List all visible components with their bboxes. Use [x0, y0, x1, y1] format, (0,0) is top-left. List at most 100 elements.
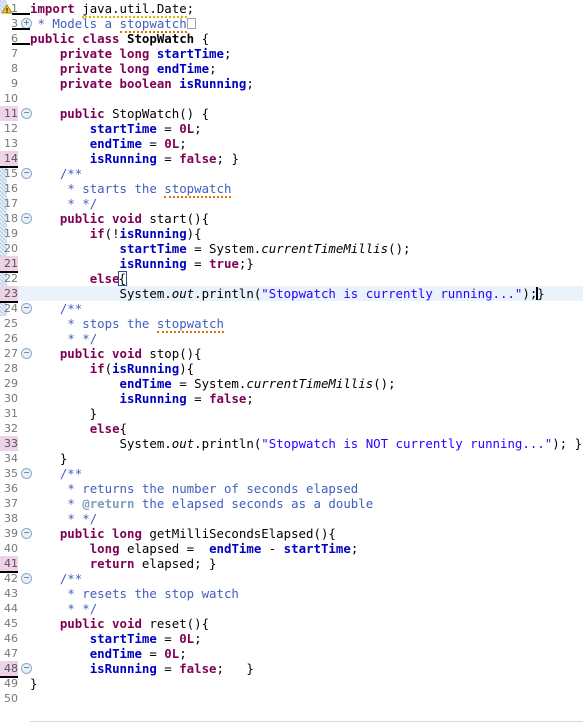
line-number: 34 [4, 452, 18, 465]
code-line[interactable]: isRunning = true;} [30, 256, 583, 271]
fold-collapse-icon[interactable]: − [21, 303, 32, 314]
code-line[interactable]: /** [30, 166, 583, 181]
code-line[interactable] [30, 691, 583, 706]
line-number: 15 [4, 167, 18, 180]
code-line[interactable]: /** [30, 571, 583, 586]
code-line[interactable]: * starts the stopwatch [30, 181, 583, 198]
code-line[interactable]: private long endTime; [30, 61, 583, 76]
line-number: 50 [4, 692, 18, 705]
line-number: 28 [4, 362, 18, 375]
code-line[interactable]: else{ [30, 271, 583, 286]
line-number: 16 [4, 182, 18, 195]
warning-icon[interactable] [1, 1, 13, 14]
code-line[interactable]: System.out.println("Stopwatch is NOT cur… [30, 436, 583, 451]
line-number-gutter[interactable]: 1 3 6 7 8 9 10 11 12 13 14 15 16 17 18 1… [0, 0, 32, 722]
code-line[interactable]: public void start(){ [30, 211, 583, 226]
code-line[interactable]: return elapsed; } [30, 556, 583, 571]
code-line[interactable]: if(!isRunning){ [30, 226, 583, 241]
line-number: 40 [4, 542, 18, 555]
code-line[interactable]: endTime = 0L; [30, 646, 583, 661]
line-number: 30 [4, 392, 18, 405]
collapsed-region-marker [12, 43, 30, 45]
line-number: 17 [4, 197, 18, 210]
line-number: 9 [11, 77, 18, 90]
line-number: 45 [4, 617, 18, 630]
line-number: 24 [4, 302, 18, 315]
line-number: 39 [4, 527, 18, 540]
line-number: 32 [4, 422, 18, 435]
line-number: 47 [4, 647, 18, 660]
line-number: 26 [4, 332, 18, 345]
code-line[interactable]: System.out.println("Stopwatch is current… [30, 286, 583, 301]
line-number: 43 [4, 587, 18, 600]
hover-hint-box [186, 18, 196, 29]
line-number: 8 [11, 62, 18, 75]
line-number: 27 [4, 347, 18, 360]
line-number: 42 [4, 572, 18, 585]
code-line[interactable]: startTime = 0L; [30, 631, 583, 646]
code-line[interactable]: private boolean isRunning; [30, 76, 583, 91]
code-line[interactable]: } [30, 406, 583, 421]
code-line[interactable]: * returns the number of seconds elapsed [30, 481, 583, 496]
code-line[interactable]: public void reset(){ [30, 616, 583, 631]
code-line[interactable]: } [30, 451, 583, 466]
code-line[interactable] [30, 91, 583, 106]
code-line[interactable]: import java.util.Date; [30, 1, 583, 18]
code-line[interactable]: public long getMilliSecondsElapsed(){ [30, 526, 583, 541]
fold-collapse-icon[interactable]: − [21, 348, 32, 359]
bracket-match-highlight: { [117, 271, 128, 286]
line-number: 49 [4, 677, 18, 690]
code-line[interactable]: if(isRunning){ [30, 361, 583, 376]
code-line[interactable]: else{ [30, 421, 583, 436]
code-line[interactable]: public void stop(){ [30, 346, 583, 361]
code-text-area[interactable]: import java.util.Date; * Models a stopwa… [30, 0, 583, 722]
code-line[interactable]: private long startTime; [30, 46, 583, 61]
code-line[interactable]: endTime = 0L; [30, 136, 583, 151]
line-number: 25 [4, 317, 18, 330]
code-line[interactable]: * */ [30, 511, 583, 526]
code-line[interactable]: isRunning = false; } [30, 151, 583, 166]
line-number: 46 [4, 632, 18, 645]
line-number: 31 [4, 407, 18, 420]
code-line[interactable]: /** [30, 466, 583, 481]
line-number: 12 [4, 122, 18, 135]
line-number: 22 [4, 272, 18, 285]
fold-collapse-icon[interactable]: − [21, 213, 32, 224]
fold-collapse-icon[interactable]: − [21, 108, 32, 119]
code-line[interactable]: long elapsed = endTime - startTime; [30, 541, 583, 556]
line-number: 44 [4, 602, 18, 615]
code-line[interactable]: * */ [30, 196, 583, 211]
code-line[interactable]: * @return the elapsed seconds as a doubl… [30, 496, 583, 511]
line-number: 33 [0, 436, 18, 451]
code-line[interactable]: } [30, 676, 583, 691]
line-number: 36 [4, 482, 18, 495]
line-number: 10 [4, 92, 18, 105]
code-line[interactable]: startTime = System.currentTimeMillis(); [30, 241, 583, 256]
code-line[interactable]: * stops the stopwatch [30, 316, 583, 333]
code-line[interactable]: public StopWatch() { [30, 106, 583, 121]
collapsed-region-marker [12, 13, 30, 15]
fold-collapse-icon[interactable]: − [21, 573, 32, 584]
code-line[interactable]: endTime = System.currentTimeMillis(); [30, 376, 583, 391]
code-line[interactable]: * */ [30, 331, 583, 346]
line-number: 37 [4, 497, 18, 510]
fold-collapse-icon[interactable]: − [21, 528, 32, 539]
line-number: 19 [4, 227, 18, 240]
line-number: 13 [4, 137, 18, 150]
line-number: 38 [4, 512, 18, 525]
code-line[interactable]: * */ [30, 601, 583, 616]
fold-collapse-icon[interactable]: − [21, 168, 32, 179]
code-line[interactable]: * Models a stopwatch [30, 16, 583, 33]
code-line[interactable]: isRunning = false; } [30, 661, 583, 676]
code-line[interactable]: * resets the stop watch [30, 586, 583, 601]
code-line[interactable]: public class StopWatch { [30, 31, 583, 46]
code-line[interactable]: /** [30, 301, 583, 316]
line-number: 20 [4, 242, 18, 255]
code-editor[interactable]: 1 3 6 7 8 9 10 11 12 13 14 15 16 17 18 1… [0, 0, 583, 722]
fold-collapse-icon[interactable]: − [21, 468, 32, 479]
code-line[interactable]: isRunning = false; [30, 391, 583, 406]
line-number: 11 [0, 106, 18, 121]
fold-collapse-icon[interactable]: − [21, 663, 32, 674]
code-line[interactable]: startTime = 0L; [30, 121, 583, 136]
text-caret [536, 287, 539, 300]
